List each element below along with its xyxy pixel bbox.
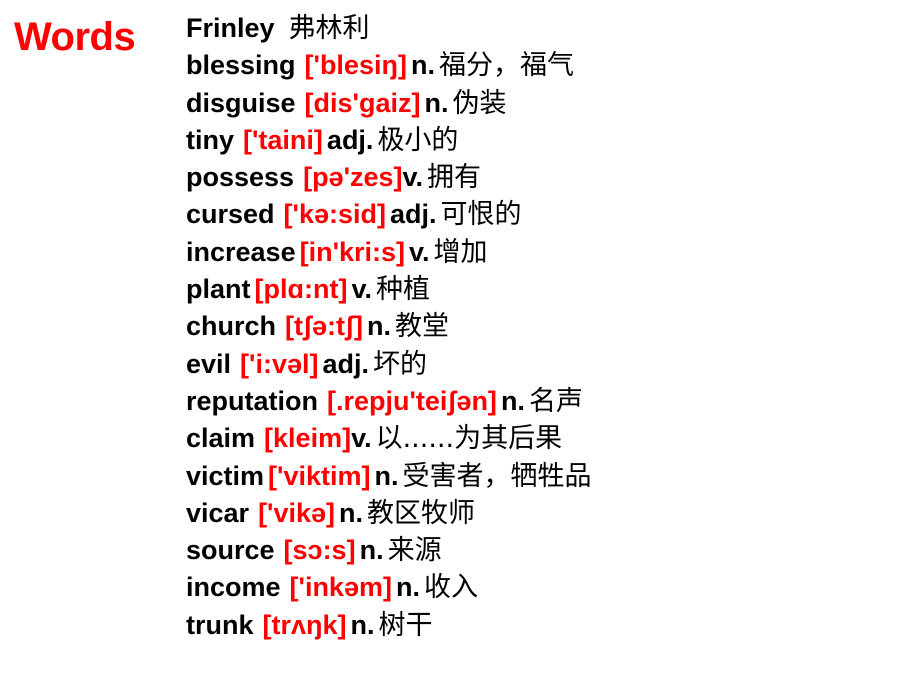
- word-translation: 种植: [375, 274, 430, 306]
- word-pronunciation: [in'kri:s]: [299, 236, 406, 267]
- word-pronunciation: ['taini]: [243, 124, 323, 155]
- word-term: increase: [186, 236, 296, 267]
- word-entry: vicar ['vikə] n. 教区牧师: [186, 495, 912, 532]
- word-translation: 受害者，牺牲品: [402, 460, 592, 492]
- word-term: claim: [186, 423, 256, 454]
- word-part-of-speech: n.: [374, 460, 399, 491]
- word-entry: plant [plɑ:nt] v. 种植: [186, 271, 912, 308]
- word-term: income: [186, 572, 281, 603]
- word-pronunciation: ['kə:sid]: [283, 199, 386, 230]
- word-entry: church [tʃə:tʃ] n. 教堂: [186, 308, 912, 345]
- word-translation: 树干: [378, 609, 433, 641]
- word-term: reputation: [186, 385, 318, 416]
- word-part-of-speech: adj.: [322, 348, 369, 379]
- word-pronunciation: [sɔ:s]: [283, 535, 356, 566]
- word-entry: trunk [trʌŋk] n. 树干: [186, 607, 912, 644]
- word-entry: victim ['viktim] n. 受害者，牺牲品: [186, 458, 912, 495]
- word-term: possess: [186, 162, 295, 193]
- word-part-of-speech: v.: [402, 162, 424, 193]
- word-term: church: [186, 311, 277, 342]
- word-pronunciation: ['blesiŋ]: [304, 50, 407, 81]
- word-term: blessing: [186, 50, 296, 81]
- word-translation: 增加: [433, 236, 488, 268]
- word-translation: 可恨的: [440, 199, 522, 231]
- vocabulary-slide: Words Frinley 弗林利 blessing ['blesiŋ] n. 福分，福气…: [0, 0, 920, 690]
- word-translation: 收入: [423, 572, 478, 604]
- word-pronunciation: ['viktim]: [268, 460, 371, 491]
- word-entry: blessing ['blesiŋ] n. 福分，福气: [186, 47, 912, 84]
- word-translation: 拥有: [427, 162, 482, 194]
- word-pronunciation: [pə'zes]: [303, 162, 403, 193]
- word-entry: reputation [.repju'teiʃən] n. 名声: [186, 383, 912, 420]
- word-translation: 福分，福气: [438, 50, 574, 82]
- word-entry: disguise [dis'gaiz] n. 伪装: [186, 85, 912, 122]
- word-translation: 坏的: [373, 348, 427, 380]
- word-pronunciation: ['inkəm]: [289, 572, 392, 603]
- word-translation: 来源: [387, 535, 442, 567]
- word-part-of-speech: adj.: [389, 199, 437, 230]
- word-term: evil: [186, 348, 232, 379]
- word-pronunciation: ['i:vəl]: [240, 348, 319, 379]
- word-term: cursed: [186, 199, 275, 230]
- word-term: vicar: [186, 497, 250, 528]
- word-term: trunk: [186, 609, 254, 640]
- page-title: Words: [14, 15, 136, 59]
- word-term: source: [186, 535, 275, 566]
- word-entry: cursed ['kə:sid] adj. 可恨的: [186, 196, 912, 233]
- word-translation: 教区牧师: [367, 497, 476, 529]
- word-pronunciation: [plɑ:nt]: [254, 274, 348, 305]
- word-part-of-speech: n.: [410, 50, 435, 81]
- word-translation: 伪装: [452, 87, 507, 119]
- word-term: tiny: [186, 124, 235, 155]
- word-part-of-speech: n.: [367, 311, 391, 342]
- word-pronunciation: ['vikə]: [258, 497, 336, 528]
- word-translation: 极小的: [377, 124, 459, 156]
- word-translation: 弗林利: [288, 13, 370, 44]
- word-part-of-speech: v.: [351, 423, 372, 454]
- word-translation: 名声: [528, 385, 583, 417]
- word-entry: possess [pə'zes]v. 拥有: [186, 159, 912, 196]
- word-part-of-speech: n.: [500, 385, 525, 416]
- word-part-of-speech: n.: [359, 535, 384, 566]
- word-pronunciation: [kleim]: [264, 423, 352, 454]
- word-pronunciation: [trʌŋk]: [262, 609, 347, 640]
- word-part-of-speech: adj.: [326, 124, 374, 155]
- word-part-of-speech: n.: [350, 609, 375, 640]
- word-part-of-speech: n.: [395, 572, 420, 603]
- word-entry: increase [in'kri:s] v. 增加: [186, 234, 912, 271]
- word-pronunciation: [dis'gaiz]: [304, 87, 421, 118]
- word-term: plant: [186, 274, 251, 305]
- word-entry: Frinley 弗林利: [186, 10, 912, 47]
- word-entry: source [sɔ:s] n. 来源: [186, 532, 912, 569]
- word-list: Frinley 弗林利 blessing ['blesiŋ] n. 福分，福气 disgui…: [186, 10, 912, 644]
- word-pronunciation: [.repju'teiʃən]: [327, 385, 497, 416]
- word-entry: claim [kleim]v. 以......为其后果: [186, 420, 912, 457]
- word-entry: evil ['i:vəl] adj. 坏的: [186, 346, 912, 383]
- word-entry: income ['inkəm] n. 收入: [186, 569, 912, 606]
- word-part-of-speech: v.: [409, 236, 430, 267]
- word-part-of-speech: n.: [339, 497, 364, 528]
- word-term: Frinley: [186, 13, 275, 43]
- word-part-of-speech: n.: [424, 87, 449, 118]
- word-pronunciation: [tʃə:tʃ]: [285, 311, 363, 342]
- word-part-of-speech: v.: [351, 274, 372, 305]
- word-term: disguise: [186, 87, 296, 118]
- word-entry: tiny ['taini] adj. 极小的: [186, 122, 912, 159]
- word-translation: 教堂: [395, 311, 449, 343]
- word-term: victim: [186, 460, 265, 491]
- word-translation: 以......为其后果: [375, 423, 563, 455]
